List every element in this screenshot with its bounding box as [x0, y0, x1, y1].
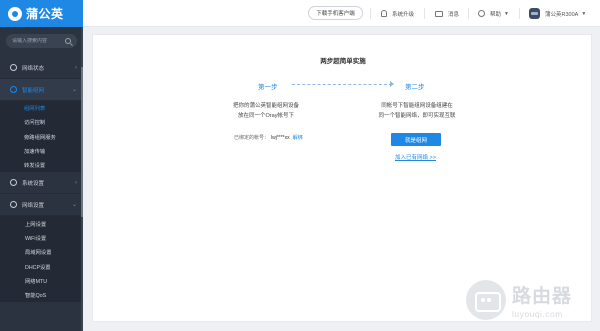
bound-account-label: 已绑定的帐号： [234, 135, 270, 141]
sidebar-section-network-status[interactable]: 网络状态 › [0, 57, 83, 79]
sidebar-scrollbar[interactable] [81, 27, 83, 331]
help-menu[interactable]: 帮助 ▼ [478, 0, 509, 27]
network-status-icon [10, 64, 17, 71]
header-divider [424, 8, 425, 19]
sidebar-section-label: 系统设置 [22, 180, 45, 187]
smart-network-icon [10, 86, 17, 93]
download-client-button[interactable]: 下载手机客户端 [308, 6, 363, 20]
sidebar-item-lan[interactable]: 局域网设置 [0, 245, 83, 259]
step-one-description: 把你的蒲公英智能组网设备 放在同一个Oray帐号下 [222, 102, 310, 121]
caret-down-icon: ▼ [581, 10, 587, 17]
chevron-right-icon: › [75, 64, 77, 71]
header-divider [519, 8, 520, 19]
unbind-link[interactable]: 解绑 [293, 135, 303, 141]
system-upgrade-label: 系统升级 [392, 11, 415, 18]
sidebar-section-network-settings[interactable]: 网络设置 ⌄ [0, 194, 83, 217]
sidebar-item-network-list[interactable]: 组网列表 [0, 101, 83, 115]
bell-icon [381, 10, 387, 17]
header-divider [370, 8, 371, 19]
sidebar-item-wifi[interactable]: WiFi设置 [0, 231, 83, 245]
router-device-icon [529, 8, 540, 19]
messages-button[interactable]: 消息 [435, 0, 459, 27]
sidebar-submenu-network-settings: 上网设置 WiFi设置 局域网设置 DHCP设置 网络MTU 智能QoS [0, 216, 83, 303]
sidebar-item-internet[interactable]: 上网设置 [0, 216, 83, 230]
device-menu[interactable]: 蒲公英R300A ▼ [529, 0, 586, 27]
sidebar: 蒲公英 网络状态 › 智能组网 ⌄ 组网列表 访问控制 旁路组网服务 加速传输 … [0, 0, 83, 331]
chevron-down-icon: ⌄ [71, 87, 77, 93]
page-title: 两步超简单实施 [320, 58, 366, 65]
create-network-button[interactable]: 就是组网 [391, 133, 441, 146]
chevron-right-icon: › [75, 179, 77, 186]
step-connector-line [292, 84, 392, 85]
bound-account-value: lwj****xx [271, 135, 290, 141]
sidebar-item-access-control[interactable]: 访问控制 [0, 115, 83, 129]
step-one-label: 第一步 [258, 84, 278, 91]
step-two-line-2: 同一个智能网络，即可实现互联 [378, 112, 456, 119]
sidebar-item-forwarding[interactable]: 转发设置 [0, 158, 83, 172]
brand[interactable]: 蒲公英 [0, 0, 83, 27]
sidebar-search [6, 34, 77, 48]
sidebar-section-label: 智能组网 [22, 87, 45, 94]
brand-logo-icon [8, 6, 22, 21]
network-settings-icon [10, 201, 17, 209]
help-label: 帮助 [490, 11, 502, 18]
brand-name: 蒲公英 [26, 7, 64, 21]
watermark: 路由器 luyouqi.com [466, 270, 598, 330]
watermark-cn: 路由器 [512, 286, 573, 307]
sidebar-item-dhcp[interactable]: DHCP设置 [0, 259, 83, 273]
sidebar-submenu-smart-network: 组网列表 访问控制 旁路组网服务 加速传输 转发设置 [0, 101, 83, 173]
gear-icon [10, 179, 17, 187]
chevron-down-icon: ⌄ [71, 202, 77, 209]
step-one-line-1: 把你的蒲公英智能组网设备 [232, 103, 299, 109]
system-upgrade-button[interactable]: 系统升级 [381, 0, 414, 27]
sidebar-section-system-settings[interactable]: 系统设置 › [0, 172, 83, 195]
search-icon[interactable] [65, 38, 71, 44]
arrow-right-icon [390, 81, 394, 87]
sidebar-item-mtu[interactable]: 网络MTU [0, 274, 83, 288]
watermark-logo-icon [466, 280, 506, 320]
header-divider [468, 8, 469, 19]
join-existing-network-link[interactable]: 加入已有网络 >> [395, 153, 436, 161]
watermark-text: 路由器 luyouqi.com [512, 281, 572, 319]
watermark-en: luyouqi.com [512, 309, 563, 319]
device-label: 蒲公英R300A [545, 11, 579, 18]
sidebar-section-label: 网络设置 [22, 202, 45, 209]
caret-down-icon: ▼ [504, 10, 509, 17]
top-header: 下载手机客户端 系统升级 消息 帮助 ▼ 蒲公英R300A ▼ [83, 0, 600, 27]
sidebar-section-smart-network[interactable]: 智能组网 ⌄ [0, 79, 83, 101]
step-two-description: 同帐号下智能组网设备组建在 同一个智能网络，即可实现互联 [368, 102, 466, 121]
search-input[interactable] [12, 38, 62, 44]
messages-label: 消息 [448, 11, 460, 18]
sidebar-scrollbar-thumb[interactable] [81, 67, 83, 217]
help-icon [478, 10, 485, 17]
bound-account: 已绑定的帐号： lwj****xx 解绑 [234, 134, 303, 141]
sidebar-section-label: 网络状态 [22, 65, 45, 72]
sidebar-item-qos[interactable]: 智能QoS [0, 288, 83, 302]
sidebar-item-bypass-service[interactable]: 旁路组网服务 [0, 130, 83, 144]
step-two-label: 第二步 [405, 84, 425, 91]
sidebar-item-accelerate[interactable]: 加速传输 [0, 144, 83, 158]
step-one-line-2: 放在同一个Oray帐号下 [238, 112, 294, 119]
step-two-line-1: 同帐号下智能组网设备组建在 [381, 103, 453, 109]
message-icon [435, 10, 443, 17]
